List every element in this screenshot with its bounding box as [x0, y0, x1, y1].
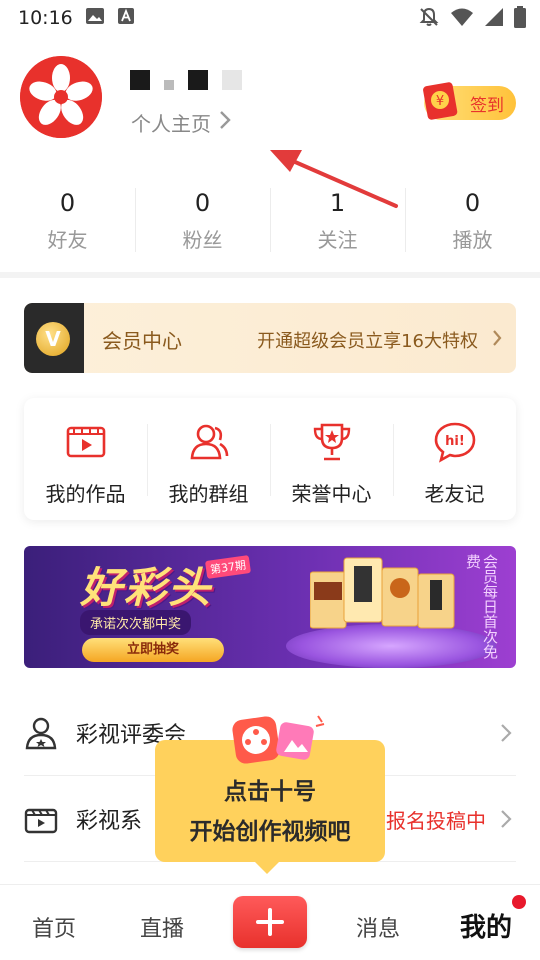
nav-home[interactable]: 首页: [0, 885, 108, 960]
banner-subtitle: 承诺次次都中奖: [80, 610, 192, 635]
chevron-right-icon: [219, 110, 231, 135]
trophy-icon: [313, 423, 350, 461]
notification-dot: [512, 895, 526, 909]
menu-row-label: 彩视系: [76, 809, 143, 834]
banner-draw-button[interactable]: 立即抽奖: [82, 638, 224, 662]
red-envelope-icon: ¥: [423, 82, 458, 120]
video-icon: [66, 426, 105, 458]
image-icon: [85, 7, 105, 30]
shortcut-label: 我的作品: [45, 482, 126, 506]
tooltip-line1: 点击十号: [224, 779, 316, 805]
clapperboard-icon: [24, 808, 58, 834]
wifi-icon: [450, 7, 474, 32]
banner-title: 好彩头: [80, 563, 213, 612]
stat-label: 播放: [452, 228, 493, 252]
vip-description: 开通超级会员立享16大特权: [257, 331, 478, 352]
vip-coin-icon: V: [36, 322, 70, 356]
redaction-block: [188, 70, 208, 90]
flower-logo-icon: [20, 56, 102, 138]
checkin-label: 签到: [470, 95, 504, 116]
tooltip-line2: 开始创作视频吧: [189, 819, 351, 845]
shortcut-my-groups[interactable]: 我的群组: [147, 398, 270, 520]
mute-icon: [418, 6, 440, 33]
battery-icon: [514, 6, 526, 33]
stat-value: 0: [59, 189, 76, 217]
stat-value: 0: [194, 189, 211, 217]
jury-icon: [25, 717, 57, 750]
nav-messages[interactable]: 消息: [324, 885, 432, 960]
stat-label: 好友: [47, 228, 88, 252]
banner-side-text: 会员每日首次免费: [464, 554, 499, 659]
redaction-block: [164, 80, 174, 90]
vip-center-card[interactable]: V 会员中心 开通超级会员立享16大特权: [24, 303, 516, 373]
create-plus-button[interactable]: [233, 896, 307, 948]
chevron-right-icon: [492, 329, 502, 351]
homepage-label: 个人主页: [131, 112, 211, 136]
stats-row: 0 好友 0 粉丝 1 关注 0 播放: [0, 188, 540, 264]
a-icon: [117, 7, 135, 30]
shortcut-old-friends[interactable]: hi! 老友记: [393, 398, 516, 520]
stat-label: 关注: [317, 228, 358, 252]
svg-text:hi!: hi!: [445, 434, 465, 449]
prize-cards-icon: [310, 557, 455, 629]
shortcut-grid: 我的作品 我的群组 荣誉中心 hi! 老友记: [24, 398, 516, 520]
checkin-button[interactable]: ¥ 签到: [423, 82, 516, 120]
stat-friends[interactable]: 0 好友: [0, 188, 135, 264]
stat-value: 1: [329, 189, 346, 217]
shortcut-honor-center[interactable]: 荣誉中心: [270, 398, 393, 520]
stat-fans[interactable]: 0 粉丝: [135, 188, 270, 264]
vip-title: 会员中心: [102, 329, 182, 353]
personal-homepage-link[interactable]: 个人主页: [131, 108, 231, 137]
envelope-glyph: ¥: [436, 94, 444, 109]
shortcut-my-works[interactable]: 我的作品: [24, 398, 147, 520]
stat-value: 0: [464, 189, 481, 217]
status-bar: 10:16: [0, 0, 540, 36]
menu-row-right-text: 报名投稿中: [386, 808, 486, 833]
shortcut-label: 老友记: [424, 482, 485, 506]
signal-icon: [484, 7, 504, 32]
chevron-right-icon: [500, 723, 512, 747]
tooltip-tail: [253, 860, 281, 874]
stat-plays[interactable]: 0 播放: [405, 188, 540, 264]
redaction-block: [222, 70, 242, 90]
group-icon: [190, 424, 228, 460]
film-reel-icon: [232, 715, 325, 764]
shortcut-label: 荣誉中心: [291, 482, 372, 506]
section-divider: [0, 272, 540, 278]
avatar[interactable]: [20, 56, 102, 138]
status-time: 10:16: [18, 7, 73, 29]
nav-live[interactable]: 直播: [108, 885, 216, 960]
lottery-banner[interactable]: 好彩头 第37期 承诺次次都中奖 立即抽奖 会员每日首次免费: [24, 546, 516, 668]
redaction-block: [130, 70, 150, 90]
username-redacted: [130, 70, 242, 90]
stat-following[interactable]: 1 关注: [270, 188, 405, 264]
chevron-right-icon: [500, 809, 512, 833]
shortcut-label: 我的群组: [168, 482, 249, 506]
status-icons: [418, 6, 526, 33]
chat-bubble-icon: hi!: [434, 422, 475, 463]
stat-label: 粉丝: [182, 228, 223, 252]
